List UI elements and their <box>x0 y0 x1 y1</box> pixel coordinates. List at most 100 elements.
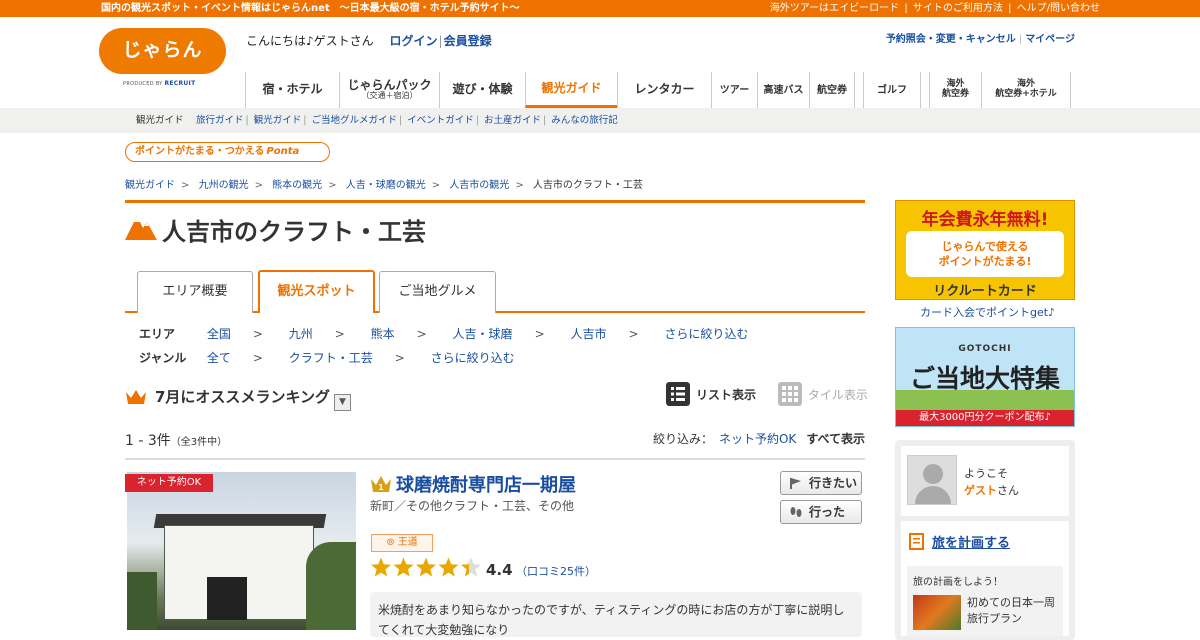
global-nav: 宿・ホテル じゃらんパック （交通＋宿泊） 遊び・体験 観光ガイド レンタカー ツ… <box>245 72 1071 108</box>
area-filter: エリア 全国 > 九州 > 熊本 > 人吉・球磨 > 人吉市 > さらに絞り込む <box>139 322 748 346</box>
want-to-go-button[interactable]: 行きたい <box>780 471 862 495</box>
gotochi-ad[interactable]: GOTOCHI ご当地大特集 最大3000円分クーポン配布♪ <box>895 327 1075 427</box>
subnav-travel-guide[interactable]: 旅行ガイド <box>196 115 244 126</box>
subnav-souvenir-guide[interactable]: お土産ガイド <box>484 115 541 126</box>
bc-hitoyoshi-kuma[interactable]: 人吉・球磨の観光 <box>346 180 426 191</box>
title-rule <box>125 200 865 203</box>
nav-golf-label: ゴルフ <box>877 84 907 96</box>
spot-name-link[interactable]: 1 球磨焼酎専門店一期屋 <box>370 471 576 497</box>
nav-overseas-air[interactable]: 海外 航空券 <box>929 72 981 108</box>
subnav-sightseeing-guide[interactable]: 観光ガイド <box>254 115 302 126</box>
tab-sightseeing[interactable]: 観光スポット <box>258 270 375 313</box>
usage-link[interactable]: サイトのご利用方法 <box>913 3 1003 14</box>
mypage-link[interactable]: マイページ <box>1025 34 1075 45</box>
produced-by-recruit: PRODUCED BY RECRUIT <box>123 80 195 87</box>
bc-kumamoto[interactable]: 熊本の観光 <box>272 180 322 191</box>
page-title: 人吉市のクラフト・工芸 <box>162 218 426 246</box>
ad2-hill <box>896 390 1074 412</box>
want-label: 行きたい <box>809 476 858 490</box>
went-button[interactable]: 行った <box>780 500 862 524</box>
recruit-card-ad[interactable]: 年会費永年無料! じゃらんで使える ポイントがたまる! リクルートカード <box>895 200 1075 300</box>
nav-gap <box>855 72 863 108</box>
plan-trip-link[interactable]: 旅を計画する <box>908 532 1010 551</box>
breadcrumb: 観光ガイド > 九州の観光 > 熊本の観光 > 人吉・球磨の観光 > 人吉市の観光 > 人… <box>125 180 643 191</box>
tile-view-label: タイル表示 <box>807 387 868 402</box>
tag-oudo: ⊚ 王道 <box>371 534 433 552</box>
nav-air[interactable]: 航空券 <box>809 72 855 108</box>
nav-guide[interactable]: 観光ガイド <box>525 72 617 108</box>
subnav-gourmet-guide[interactable]: ご当地グルメガイド <box>312 115 398 126</box>
star-icon <box>438 557 459 577</box>
nav-rentacar[interactable]: レンタカー <box>617 72 711 108</box>
plan-item[interactable]: 初めての日本一周 旅行プラン <box>967 595 1055 627</box>
filter-panel: エリア 全国 > 九州 > 熊本 > 人吉・球磨 > 人吉市 > さらに絞り込む ジャンル… <box>139 322 748 370</box>
genre-all[interactable]: 全て <box>207 351 231 365</box>
nav-gap <box>921 72 929 108</box>
login-link[interactable]: ログイン <box>390 34 438 48</box>
notepad-icon <box>909 533 924 550</box>
genre-narrow[interactable]: さらに絞り込む <box>431 351 515 365</box>
top-bar: 国内の観光スポット・イベント情報はじゃらんnet ～日本最大級の宿・ホテル予約サ… <box>0 0 1200 17</box>
plan-item-line1: 初めての日本一周 <box>967 596 1055 609</box>
bc-kyushu[interactable]: 九州の観光 <box>199 180 249 191</box>
register-link[interactable]: 会員登録 <box>444 34 492 48</box>
ponta-banner[interactable]: ポイントがたまる・つかえる Ponta <box>125 142 330 162</box>
star-icon <box>461 557 481 577</box>
subnav-event-guide[interactable]: イベントガイド <box>407 115 474 126</box>
account-links: 予約照会・変更・キャンセル | マイページ <box>885 34 1075 45</box>
card-signup-link[interactable]: カード入会でポイントget♪ <box>920 304 1055 320</box>
area-hitoyoshi[interactable]: 人吉市 <box>570 327 606 341</box>
area-kumamoto[interactable]: 熊本 <box>371 327 395 341</box>
subnav-links: 旅行ガイド | 観光ガイド | ご当地グルメガイド | イベントガイド | お土産ガイド… <box>196 115 618 126</box>
review-count-link[interactable]: （口コミ25件） <box>516 563 596 579</box>
area-narrow[interactable]: さらに絞り込む <box>664 327 748 341</box>
nav-tour[interactable]: ツアー <box>711 72 757 108</box>
nav-hotel[interactable]: 宿・ホテル <box>245 72 339 108</box>
nav-pack[interactable]: じゃらんパック （交通＋宿泊） <box>339 72 439 108</box>
star-icon <box>416 557 436 577</box>
area-kyushu[interactable]: 九州 <box>289 327 313 341</box>
area-japan[interactable]: 全国 <box>207 327 231 341</box>
rating-score: 4.4 <box>486 561 513 579</box>
tab-gourmet[interactable]: ご当地グルメ <box>379 271 496 313</box>
nav-activity[interactable]: 遊び・体験 <box>439 72 525 108</box>
nav-hotel-label: 宿・ホテル <box>262 82 323 97</box>
subnav-travelogue[interactable]: みんなの旅行記 <box>551 115 618 126</box>
genre-craft[interactable]: クラフト・工芸 <box>289 351 373 365</box>
welcome-text: ようこそ ゲストさん <box>964 465 1019 499</box>
show-all-filter[interactable]: すべて表示 <box>806 432 865 446</box>
nav-golf[interactable]: ゴルフ <box>863 72 921 108</box>
abroad-tour-link[interactable]: 海外ツアーはエイビーロード <box>770 3 899 14</box>
genre-label: ジャンル <box>139 351 187 365</box>
spot-photo[interactable] <box>127 472 356 630</box>
rating-stars <box>371 557 481 577</box>
nav-tour-label: ツアー <box>719 84 750 96</box>
jalan-logo[interactable]: じゃらん <box>99 28 226 74</box>
nav-overseas-air-sub: 航空券 <box>941 89 969 99</box>
tile-view-button[interactable]: タイル表示 <box>777 382 868 406</box>
nav-bus-label: 高速バス <box>763 84 804 96</box>
sub-nav: 観光ガイド 旅行ガイド | 観光ガイド | ご当地グルメガイド | イベントガイド | … <box>0 108 1200 133</box>
nav-activity-label: 遊び・体験 <box>452 82 513 97</box>
list-view-button[interactable]: リスト表示 <box>666 382 756 406</box>
area-hitoyoshi-kuma[interactable]: 人吉・球磨 <box>453 327 513 341</box>
ponta-logo: Ponta <box>266 146 300 157</box>
ranking-dropdown[interactable]: ▼ <box>334 394 351 411</box>
plan-item-line2: 旅行プラン <box>967 612 1022 625</box>
nav-bus[interactable]: 高速バス <box>757 72 809 108</box>
plan-thumbnail[interactable] <box>913 595 961 630</box>
bc-guide[interactable]: 観光ガイド <box>125 180 175 191</box>
flag-icon <box>790 478 801 489</box>
bc-hitoyoshi[interactable]: 人吉市の観光 <box>449 180 509 191</box>
ranking-title: 7月にオススメランキング <box>155 388 330 406</box>
crown-icon <box>126 390 146 404</box>
help-link[interactable]: ヘルプ/問い合わせ <box>1017 3 1100 14</box>
ad1-bottom: リクルートカード <box>933 284 1037 299</box>
net-reserve-filter[interactable]: ネット予約OK <box>719 432 796 446</box>
tab-area-overview[interactable]: エリア概要 <box>137 271 253 313</box>
nav-overseas-hotel[interactable]: 海外 航空券+ホテル <box>981 72 1071 108</box>
nav-guide-label: 観光ガイド <box>541 80 602 95</box>
area-label: エリア <box>139 327 176 341</box>
tile-icon <box>777 382 802 406</box>
reservation-link[interactable]: 予約照会・変更・キャンセル <box>886 34 1016 45</box>
